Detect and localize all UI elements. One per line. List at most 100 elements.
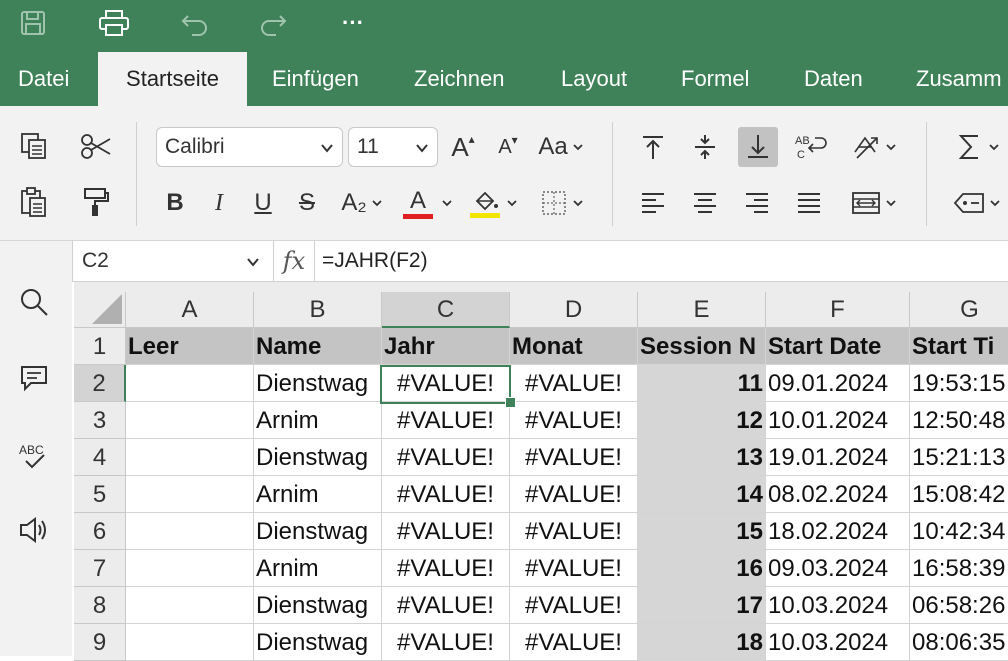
column-header-e[interactable]: E: [638, 292, 766, 328]
autosum-button[interactable]: [948, 128, 1008, 166]
table-cell[interactable]: [126, 587, 254, 624]
row-header[interactable]: 1: [74, 328, 126, 365]
table-cell[interactable]: 08.02.2024: [766, 476, 910, 513]
search-icon[interactable]: [16, 284, 52, 320]
table-cell[interactable]: Dienstwag: [254, 624, 382, 661]
align-middle-icon[interactable]: [688, 128, 722, 166]
print-icon[interactable]: [96, 8, 132, 38]
column-header-b[interactable]: B: [254, 292, 382, 328]
select-all-corner[interactable]: [74, 292, 126, 328]
column-header-d[interactable]: D: [510, 292, 638, 328]
font-color-button[interactable]: A: [400, 184, 456, 222]
read-aloud-icon[interactable]: [16, 512, 52, 548]
font-name-dropdown[interactable]: Calibri: [156, 127, 343, 167]
italic-button[interactable]: I: [204, 186, 234, 220]
row-header[interactable]: 6: [74, 513, 126, 550]
cut-icon[interactable]: [76, 128, 116, 164]
paste-icon[interactable]: [16, 184, 52, 220]
table-cell[interactable]: [126, 513, 254, 550]
spell-check-icon[interactable]: ABC: [16, 438, 52, 474]
header-cell[interactable]: Name: [254, 328, 382, 365]
header-cell[interactable]: Start Ti: [910, 328, 1008, 365]
table-cell[interactable]: [126, 439, 254, 476]
row-header[interactable]: 2: [74, 365, 126, 402]
table-cell[interactable]: #VALUE!: [382, 624, 510, 661]
table-cell[interactable]: 10.01.2024: [766, 402, 910, 439]
table-cell[interactable]: #VALUE!: [510, 550, 638, 587]
tab-formel[interactable]: Formel: [681, 52, 749, 106]
table-cell[interactable]: 11: [638, 365, 766, 402]
row-header[interactable]: 5: [74, 476, 126, 513]
change-case-button[interactable]: Aa: [534, 130, 588, 164]
justify-icon[interactable]: [792, 186, 826, 220]
fill-color-button[interactable]: [466, 184, 522, 222]
row-header[interactable]: 7: [74, 550, 126, 587]
tab-zusammenarbeiten[interactable]: Zusamm: [916, 52, 1002, 106]
row-header[interactable]: 3: [74, 402, 126, 439]
align-right-icon[interactable]: [740, 186, 774, 220]
underline-button[interactable]: U: [248, 186, 278, 220]
table-cell[interactable]: Dienstwag: [254, 587, 382, 624]
copy-icon[interactable]: [16, 128, 52, 164]
insert-function-button[interactable]: fx: [274, 242, 314, 280]
orientation-button[interactable]: [846, 128, 902, 166]
table-cell[interactable]: #VALUE!: [382, 402, 510, 439]
table-cell[interactable]: 13: [638, 439, 766, 476]
table-cell[interactable]: 15: [638, 513, 766, 550]
table-cell[interactable]: 10.03.2024: [766, 587, 910, 624]
table-cell[interactable]: 09.01.2024: [766, 365, 910, 402]
column-header-c[interactable]: C: [382, 292, 510, 328]
formula-input[interactable]: =JAHR(F2): [322, 242, 428, 280]
table-cell[interactable]: 18: [638, 624, 766, 661]
clear-button[interactable]: [946, 186, 1008, 220]
column-header-a[interactable]: A: [126, 292, 254, 328]
column-header-g[interactable]: G: [910, 292, 1008, 328]
table-cell[interactable]: [126, 402, 254, 439]
fill-handle[interactable]: [505, 397, 516, 408]
header-cell[interactable]: Start Date: [766, 328, 910, 365]
table-cell[interactable]: 15:21:13: [910, 439, 1008, 476]
table-cell[interactable]: 15:08:42: [910, 476, 1008, 513]
save-icon[interactable]: [18, 8, 48, 38]
table-cell[interactable]: #VALUE!: [510, 587, 638, 624]
header-cell[interactable]: Monat: [510, 328, 638, 365]
table-cell[interactable]: 09.03.2024: [766, 550, 910, 587]
table-cell[interactable]: #VALUE!: [510, 513, 638, 550]
align-center-icon[interactable]: [688, 186, 722, 220]
table-cell[interactable]: #VALUE!: [510, 365, 638, 402]
column-header-f[interactable]: F: [766, 292, 910, 328]
tab-zeichnen[interactable]: Zeichnen: [414, 52, 505, 106]
row-header[interactable]: 9: [74, 624, 126, 661]
subscript-button[interactable]: A₂: [334, 186, 390, 220]
table-cell[interactable]: Dienstwag: [254, 365, 382, 402]
shrink-font-button[interactable]: A ▾: [494, 130, 522, 164]
header-cell[interactable]: Session N: [638, 328, 766, 365]
table-cell[interactable]: 18.02.2024: [766, 513, 910, 550]
table-cell[interactable]: #VALUE!: [382, 513, 510, 550]
table-cell[interactable]: 19.01.2024: [766, 439, 910, 476]
tab-daten[interactable]: Daten: [804, 52, 863, 106]
font-size-dropdown[interactable]: 11: [348, 127, 438, 167]
table-cell[interactable]: 08:06:35: [910, 624, 1008, 661]
align-left-icon[interactable]: [636, 186, 670, 220]
table-cell[interactable]: Dienstwag: [254, 439, 382, 476]
undo-icon[interactable]: [178, 8, 212, 38]
table-cell[interactable]: [126, 624, 254, 661]
table-cell[interactable]: Arnim: [254, 476, 382, 513]
name-box[interactable]: C2: [74, 242, 272, 280]
table-cell[interactable]: 16: [638, 550, 766, 587]
table-cell[interactable]: #VALUE!: [382, 439, 510, 476]
table-cell[interactable]: 14: [638, 476, 766, 513]
align-bottom-icon[interactable]: [738, 127, 778, 167]
table-cell[interactable]: #VALUE!: [510, 624, 638, 661]
table-cell[interactable]: 10.03.2024: [766, 624, 910, 661]
table-cell[interactable]: #VALUE!: [382, 587, 510, 624]
table-cell[interactable]: [126, 365, 254, 402]
table-cell[interactable]: #VALUE!: [510, 476, 638, 513]
table-cell[interactable]: 19:53:15: [910, 365, 1008, 402]
borders-button[interactable]: [534, 186, 590, 220]
table-cell[interactable]: Arnim: [254, 402, 382, 439]
tab-layout[interactable]: Layout: [561, 52, 627, 106]
more-button[interactable]: ···: [336, 8, 370, 38]
table-cell[interactable]: #VALUE!: [510, 439, 638, 476]
